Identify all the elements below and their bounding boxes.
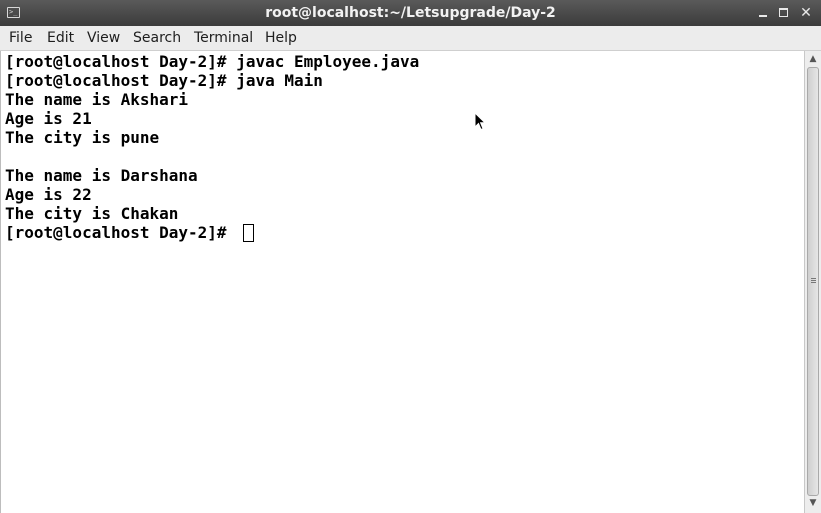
terminal-line: The city is Chakan [5,204,179,223]
menu-search[interactable]: Search [133,26,181,50]
grip-icon [811,278,816,279]
grip-line [811,282,816,283]
mouse-pointer-icon [474,112,486,131]
title-bar: >_ root@localhost:~/Letsupgrade/Day-2 ✕ [0,0,821,26]
maximize-button[interactable] [775,4,793,22]
menu-edit[interactable]: Edit [47,26,74,50]
terminal-output[interactable]: [root@localhost Day-2]# javac Employee.j… [0,51,804,513]
maximize-icon [779,8,788,17]
window-title: root@localhost:~/Letsupgrade/Day-2 [265,5,556,21]
scroll-down-icon[interactable]: ▼ [807,497,819,509]
menu-file[interactable]: File [9,26,32,50]
terminal-line: [root@localhost Day-2]# java Main [5,71,323,90]
terminal-line: The name is Akshari [5,90,189,109]
text-cursor [243,224,254,242]
menu-bar: File Edit View Search Terminal Help [0,26,821,51]
terminal-line: The name is Darshana [5,166,198,185]
scrollbar-thumb[interactable] [807,67,819,496]
menu-terminal[interactable]: Terminal [194,26,253,50]
close-icon: ✕ [800,5,812,21]
vertical-scrollbar[interactable]: ▲ ▼ [804,51,821,513]
scroll-up-icon[interactable]: ▲ [807,53,819,65]
close-button[interactable]: ✕ [797,4,815,22]
terminal-line: Age is 22 [5,185,92,204]
minimize-button[interactable] [754,4,772,22]
grip-line [811,280,816,281]
terminal-line: Age is 21 [5,109,92,128]
menu-help[interactable]: Help [265,26,297,50]
minimize-icon [759,15,767,17]
terminal-line: The city is pune [5,128,160,147]
terminal-line: [root@localhost Day-2]# javac Employee.j… [5,52,420,71]
terminal-prompt: [root@localhost Day-2]# [5,223,237,242]
menu-view[interactable]: View [87,26,120,50]
